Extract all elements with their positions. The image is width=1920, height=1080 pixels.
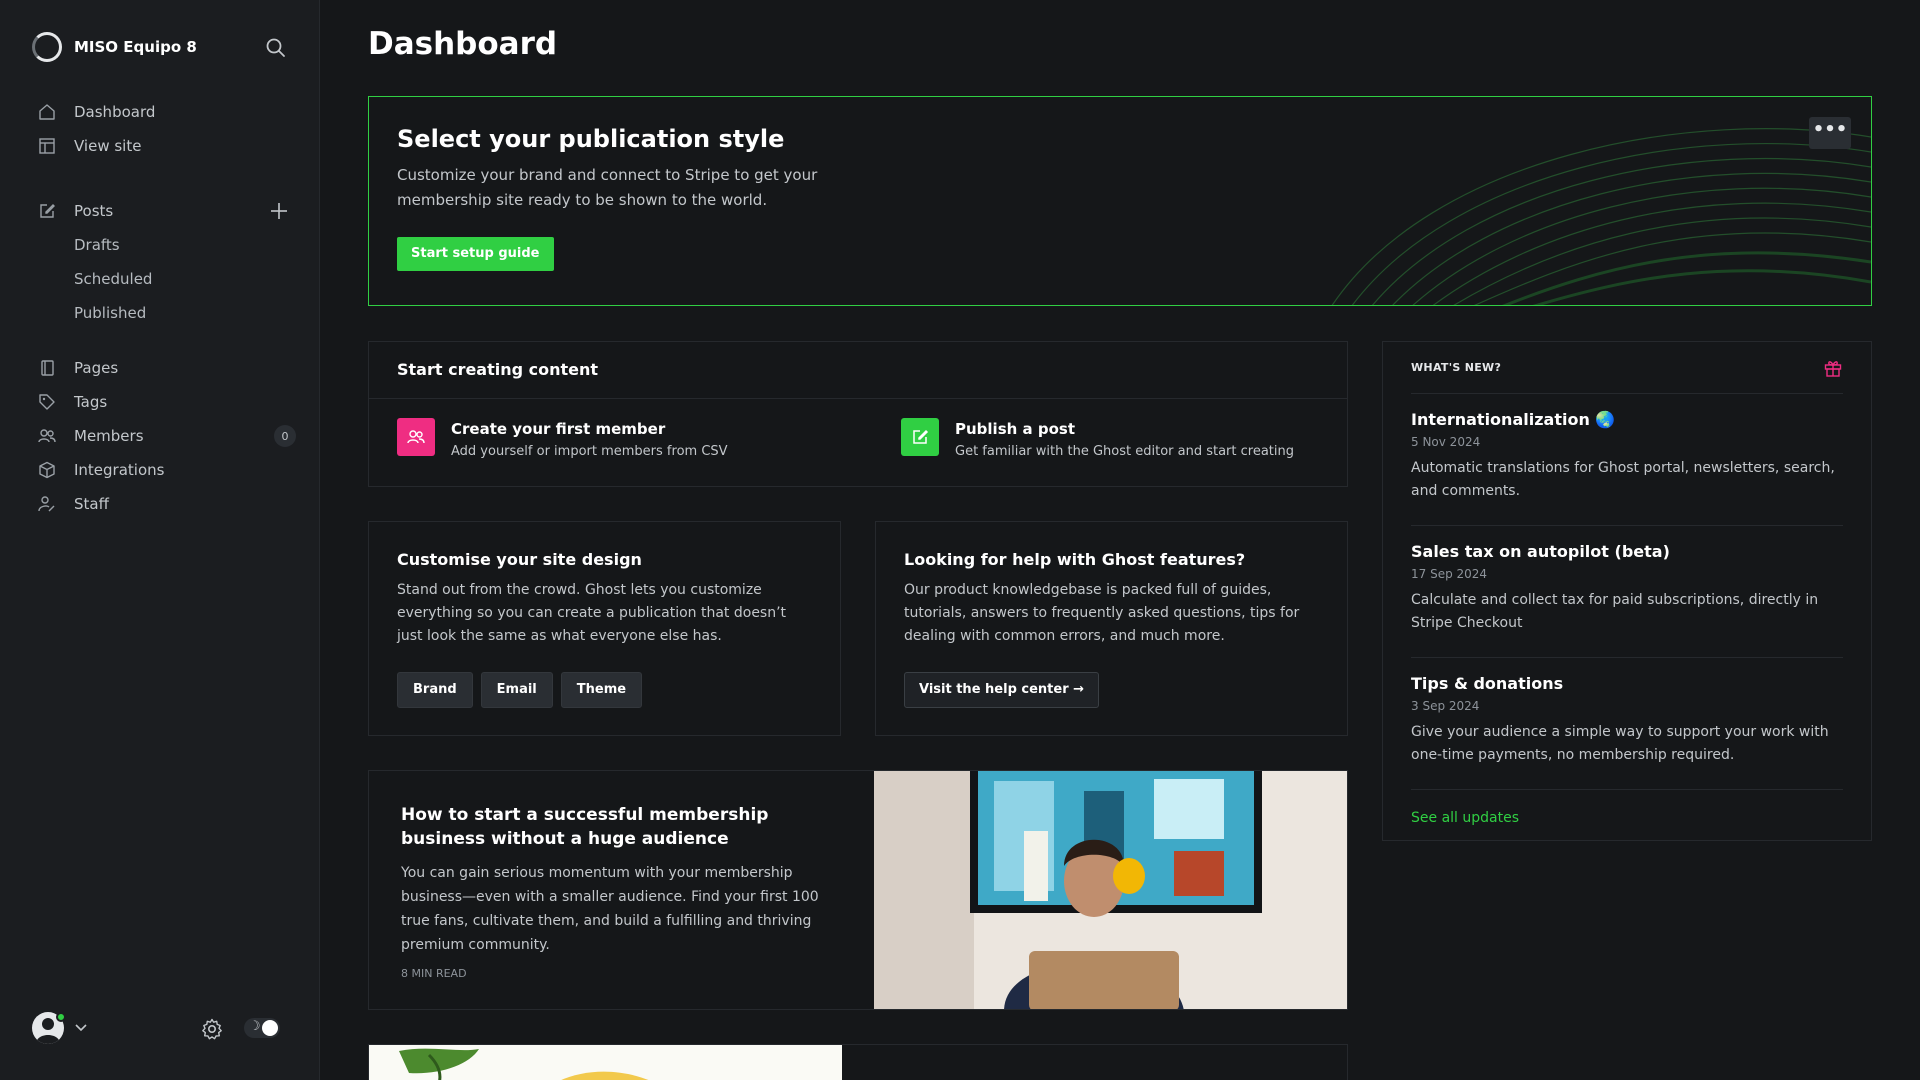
see-all-updates-link[interactable]: See all updates — [1411, 810, 1843, 826]
featured-article-card[interactable]: How to start a successful membership bus… — [368, 770, 1348, 1010]
secondary-nav: Pages Tags Members 0 Integrations Staff — [36, 351, 296, 521]
nav-members[interactable]: Members 0 — [36, 419, 296, 453]
help-card-title: Looking for help with Ghost features? — [904, 550, 1246, 569]
update-date: 5 Nov 2024 — [1411, 435, 1481, 449]
nav-pages[interactable]: Pages — [36, 351, 296, 385]
site-brand[interactable]: MISO Equipo 8 — [32, 32, 197, 62]
brand-button[interactable]: Brand — [397, 672, 473, 708]
nav-scheduled[interactable]: Scheduled — [36, 262, 296, 296]
tag-icon — [36, 391, 58, 413]
nav-dashboard-label: Dashboard — [74, 103, 156, 121]
nav-integrations-label: Integrations — [74, 461, 165, 479]
help-card-text: Our product knowledgebase is packed full… — [904, 582, 1300, 644]
update-desc: Automatic translations for Ghost portal,… — [1411, 460, 1835, 499]
create-member-desc: Add yourself or import members from CSV — [451, 444, 728, 459]
nav-tags[interactable]: Tags — [36, 385, 296, 419]
toggle-knob — [262, 1020, 278, 1036]
email-button[interactable]: Email — [480, 672, 553, 708]
nav-drafts[interactable]: Drafts — [36, 228, 296, 262]
update-desc: Give your audience a simple way to suppo… — [1411, 724, 1829, 763]
create-member-item[interactable]: Create your first member Add yourself or… — [397, 418, 728, 459]
article-title: How to start a successful membership bus… — [401, 805, 769, 849]
site-logo-icon — [32, 32, 62, 62]
publish-post-title: Publish a post — [955, 420, 1076, 438]
sidebar-footer: ☽ — [32, 1008, 292, 1048]
decorative-arcs — [1331, 128, 1871, 305]
nav-integrations[interactable]: Integrations — [36, 453, 296, 487]
staff-icon — [36, 493, 58, 515]
members-count-badge: 0 — [274, 425, 296, 447]
start-creating-title: Start creating content — [397, 360, 599, 379]
integrations-icon — [36, 459, 58, 481]
new-post-plus-icon[interactable] — [268, 200, 290, 222]
members-icon — [36, 425, 58, 447]
update-item[interactable]: Internationalization 🌏 5 Nov 2024 Automa… — [1411, 394, 1843, 526]
update-date: 17 Sep 2024 — [1411, 567, 1488, 581]
design-card-title: Customise your site design — [397, 550, 642, 569]
dark-mode-toggle[interactable]: ☽ — [244, 1018, 280, 1038]
update-item[interactable]: Tips & donations 3 Sep 2024 Give your au… — [1411, 658, 1843, 790]
members-icon — [397, 418, 435, 456]
more-options-button[interactable]: ••• — [1809, 117, 1851, 149]
update-title: Internationalization 🌏 — [1411, 410, 1616, 429]
chevron-down-icon[interactable] — [72, 1018, 90, 1036]
gift-icon[interactable] — [1823, 358, 1843, 378]
edit-icon — [36, 200, 58, 222]
pages-icon — [36, 357, 58, 379]
design-buttons: Brand Email Theme — [397, 672, 643, 708]
article-excerpt: You can gain serious momentum with your … — [401, 865, 819, 953]
update-title: Tips & donations — [1411, 674, 1564, 693]
nav-posts[interactable]: Posts — [36, 194, 296, 228]
layout-icon — [36, 135, 58, 157]
start-setup-guide-button[interactable]: Start setup guide — [397, 237, 554, 271]
design-card-text: Stand out from the crowd. Ghost lets you… — [397, 582, 787, 644]
nav-published[interactable]: Published — [36, 296, 296, 330]
edit-icon — [901, 418, 939, 456]
moon-icon: ☽ — [249, 1019, 261, 1034]
update-date: 3 Sep 2024 — [1411, 699, 1480, 713]
start-creating-card: Start creating content Create your first… — [368, 341, 1348, 487]
whats-new-label: WHAT'S NEW? — [1411, 361, 1502, 374]
visit-help-center-button[interactable]: Visit the help center → — [904, 672, 1100, 708]
article-image-2 — [369, 1045, 842, 1080]
help-card: Looking for help with Ghost features? Ou… — [875, 521, 1348, 736]
banner-description: Customize your brand and connect to Stri… — [397, 166, 818, 209]
publish-post-item[interactable]: Publish a post Get familiar with the Gho… — [901, 418, 1294, 459]
home-icon — [36, 101, 58, 123]
update-item[interactable]: Sales tax on autopilot (beta) 17 Sep 202… — [1411, 526, 1843, 658]
publish-post-desc: Get familiar with the Ghost editor and s… — [955, 444, 1294, 459]
article-read-time: 8 MIN READ — [401, 967, 467, 980]
nav-view-site[interactable]: View site — [36, 129, 296, 163]
whats-new-panel: WHAT'S NEW? Internationalization 🌏 5 Nov… — [1382, 341, 1872, 841]
nav-staff[interactable]: Staff — [36, 487, 296, 521]
sidebar: MISO Equipo 8 Dashboard View site Posts … — [0, 0, 320, 1080]
nav-members-label: Members — [74, 427, 144, 445]
posts-nav: Posts Drafts Scheduled Published — [36, 194, 296, 330]
theme-button[interactable]: Theme — [560, 672, 643, 708]
second-article-card[interactable] — [368, 1044, 1348, 1080]
nav-tags-label: Tags — [74, 393, 108, 411]
search-icon[interactable] — [264, 36, 288, 60]
nav-view-site-label: View site — [74, 137, 142, 155]
gear-icon[interactable] — [200, 1017, 224, 1041]
update-title: Sales tax on autopilot (beta) — [1411, 542, 1670, 561]
primary-nav: Dashboard View site — [36, 95, 296, 163]
nav-dashboard[interactable]: Dashboard — [36, 95, 296, 129]
banner-title: Select your publication style — [397, 125, 785, 153]
setup-banner: Select your publication style Customize … — [368, 96, 1872, 306]
customise-design-card: Customise your site design Stand out fro… — [368, 521, 841, 736]
site-name: MISO Equipo 8 — [74, 38, 197, 56]
page-title: Dashboard — [368, 26, 558, 62]
nav-pages-label: Pages — [74, 359, 119, 377]
article-image — [874, 771, 1347, 1009]
create-member-title: Create your first member — [451, 420, 666, 438]
online-status-dot — [56, 1012, 66, 1022]
update-desc: Calculate and collect tax for paid subsc… — [1411, 592, 1819, 631]
ghost-admin-app: MISO Equipo 8 Dashboard View site Posts … — [0, 0, 1920, 1080]
nav-posts-label: Posts — [74, 202, 114, 220]
nav-staff-label: Staff — [74, 495, 109, 513]
